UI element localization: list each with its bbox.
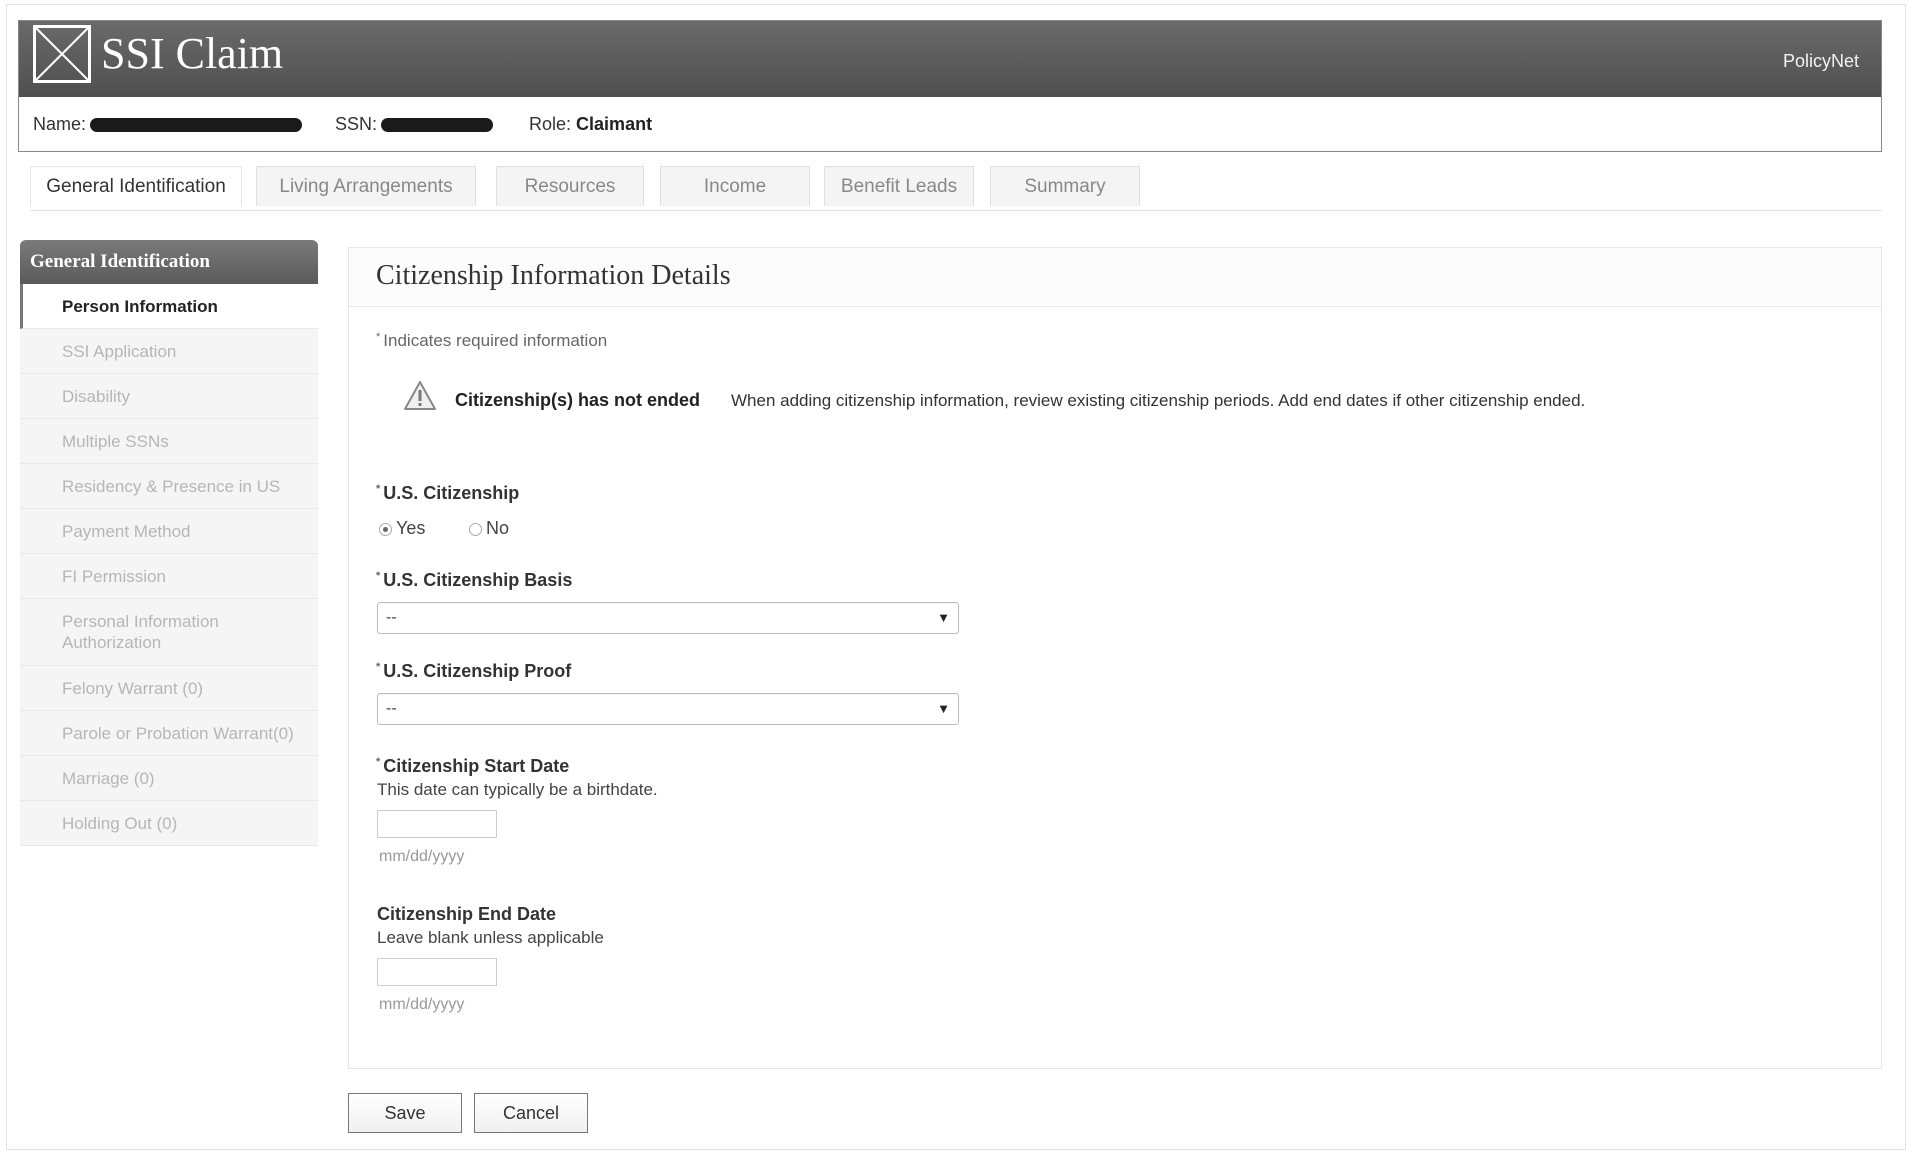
sidebar: General Identification Person Informatio… — [20, 240, 318, 846]
sidebar-item-fi-permission[interactable]: FI Permission — [20, 554, 318, 599]
role-label: Role: — [529, 114, 572, 134]
tab-benefit-leads[interactable]: Benefit Leads — [824, 166, 974, 206]
sidebar-item-personal-information-authorization[interactable]: Personal Information Authorization — [20, 599, 318, 666]
tab-general-identification[interactable]: General Identification — [30, 166, 242, 206]
citizenship-proof-value: -- — [386, 700, 397, 717]
required-marker: * — [376, 331, 381, 343]
end-date-label: Citizenship End Date — [377, 904, 557, 924]
end-date-help: Leave blank unless applicable — [377, 928, 604, 947]
warning-triangle-icon — [404, 381, 436, 410]
sidebar-item-payment-method[interactable]: Payment Method — [20, 509, 318, 554]
x-box-icon — [33, 25, 91, 83]
app-title: SSI Claim — [101, 29, 284, 78]
save-button[interactable]: Save — [348, 1093, 462, 1133]
sidebar-item-residency-presence[interactable]: Residency & Presence in US — [20, 464, 318, 509]
title-bar: SSI Claim PolicyNet — [19, 21, 1881, 97]
sidebar-item-parole-probation-warrant[interactable]: Parole or Probation Warrant(0) — [20, 711, 318, 756]
redacted-ssn — [381, 118, 494, 133]
citizenship-basis-label: * U.S. Citizenship Basis — [376, 570, 573, 590]
tab-living-arrangements[interactable]: Living Arrangements — [256, 166, 476, 206]
claimant-info-row: Name: SSN: Role: Claimant — [19, 97, 1881, 152]
required-marker: * — [376, 483, 381, 495]
page-title: Citizenship Information Details — [376, 260, 731, 291]
sidebar-title: General Identification — [20, 240, 318, 284]
sidebar-item-disability[interactable]: Disability — [20, 374, 318, 419]
name-label: Name: — [33, 114, 87, 134]
end-date-format-hint: mm/dd/yyyy — [379, 996, 465, 1013]
sidebar-item-person-information[interactable]: Person Information — [20, 284, 318, 329]
ssn-label: SSN: — [335, 114, 378, 134]
app-header: SSI Claim PolicyNet Name: SSN: Role: Cla… — [18, 20, 1882, 152]
tab-resources[interactable]: Resources — [496, 166, 644, 206]
start-date-format-hint: mm/dd/yyyy — [379, 848, 465, 865]
warning-message: When adding citizenship information, rev… — [731, 391, 1586, 410]
citizenship-basis-value: -- — [386, 609, 397, 626]
radio-no[interactable]: No — [469, 518, 509, 539]
sidebar-item-marriage[interactable]: Marriage (0) — [20, 756, 318, 801]
start-date-help: This date can typically be a birthdate. — [377, 780, 658, 799]
citizenship-basis-select[interactable]: -- ▼ — [377, 602, 959, 634]
tab-summary[interactable]: Summary — [990, 166, 1140, 206]
brand-label: PolicyNet — [1782, 51, 1859, 71]
redacted-name — [90, 118, 303, 133]
dropdown-arrow-icon: ▼ — [937, 701, 950, 716]
cancel-button[interactable]: Cancel — [474, 1093, 588, 1133]
role-field: Role: Claimant — [529, 97, 652, 152]
sidebar-item-holding-out[interactable]: Holding Out (0) — [20, 801, 318, 846]
panel-header: Citizenship Information Details — [349, 248, 1881, 307]
citizenship-proof-label: * U.S. Citizenship Proof — [376, 661, 572, 681]
required-note-text: Indicates required information — [383, 331, 608, 350]
name-field: Name: — [33, 97, 303, 152]
ssn-field: SSN: — [335, 97, 494, 152]
citizenship-proof-select[interactable]: -- ▼ — [377, 693, 959, 725]
start-date-label: * Citizenship Start Date — [376, 756, 570, 776]
end-date-input[interactable] — [377, 958, 497, 986]
required-marker: * — [376, 756, 381, 768]
dropdown-arrow-icon: ▼ — [937, 610, 950, 625]
required-marker: * — [376, 570, 381, 582]
sidebar-item-multiple-ssns[interactable]: Multiple SSNs — [20, 419, 318, 464]
start-date-input[interactable] — [377, 810, 497, 838]
tab-income[interactable]: Income — [660, 166, 810, 206]
sidebar-item-ssi-application[interactable]: SSI Application — [20, 329, 318, 374]
radio-yes[interactable]: Yes — [379, 518, 425, 539]
tabs-divider — [30, 210, 1882, 211]
role-value: Claimant — [576, 114, 653, 134]
citizenship-panel: Citizenship Information Details * Indicat… — [348, 247, 1882, 1069]
us-citizenship-label: * U.S. Citizenship — [376, 483, 520, 503]
sidebar-item-felony-warrant[interactable]: Felony Warrant (0) — [20, 666, 318, 711]
radio-yes-circle[interactable] — [379, 522, 392, 536]
warning-title: Citizenship(s) has not ended — [455, 390, 701, 410]
radio-no-circle[interactable] — [469, 522, 482, 536]
required-note: * Indicates required information — [376, 331, 607, 351]
required-marker: * — [376, 661, 381, 673]
